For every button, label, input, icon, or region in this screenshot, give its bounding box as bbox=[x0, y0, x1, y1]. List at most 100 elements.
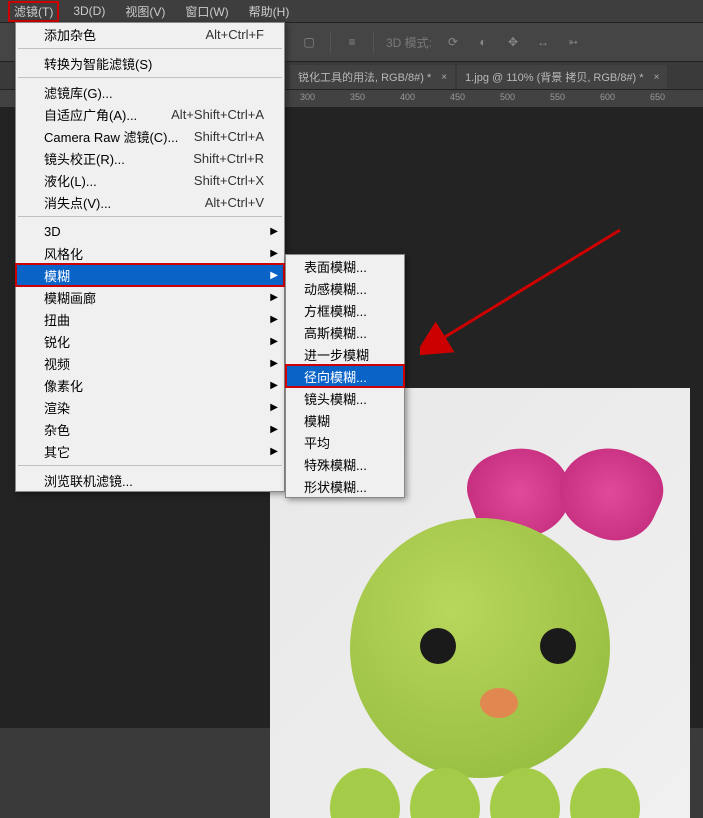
menu-window[interactable]: 窗口(W) bbox=[179, 1, 234, 22]
menu-shortcut: Shift+Ctrl+A bbox=[194, 129, 264, 144]
submenu-item-label: 高斯模糊... bbox=[304, 323, 367, 342]
ruler-tick: 600 bbox=[600, 92, 615, 102]
menu-help[interactable]: 帮助(H) bbox=[243, 1, 296, 22]
menu-item-label: 消失点(V)... bbox=[44, 193, 111, 212]
menu-view[interactable]: 视图(V) bbox=[119, 1, 171, 22]
menu-item-label: 渲染 bbox=[44, 398, 70, 417]
menu-item[interactable]: 像素化▶ bbox=[16, 374, 284, 396]
menu-filter[interactable]: 滤镜(T) bbox=[8, 1, 59, 22]
document-tab[interactable]: 1.jpg @ 110% (背景 拷贝, RGB/8#) * × bbox=[457, 65, 667, 89]
submenu-item[interactable]: 特殊模糊... bbox=[286, 453, 404, 475]
menu-item[interactable]: 锐化 ▶ bbox=[16, 330, 284, 352]
menu-shortcut: Shift+Ctrl+X bbox=[194, 173, 264, 188]
ruler-tick: 300 bbox=[300, 92, 315, 102]
unknown-tool-icon[interactable]: ▢ bbox=[300, 33, 318, 51]
menu-item[interactable]: 3D▶ bbox=[16, 220, 284, 242]
submenu-item[interactable]: 形状模糊... bbox=[286, 475, 404, 497]
zoom-icon[interactable]: ➳ bbox=[564, 33, 582, 51]
menu-item[interactable]: 视频▶ bbox=[16, 352, 284, 374]
submenu-arrow-icon: ▶ bbox=[270, 424, 278, 435]
menu-separator bbox=[18, 216, 282, 217]
submenu-arrow-icon: ▶ bbox=[270, 314, 278, 325]
menu-item[interactable]: 其它 ▶ bbox=[16, 440, 284, 462]
menu-item[interactable]: 浏览联机滤镜... bbox=[16, 469, 284, 491]
menu-item-label: 风格化 bbox=[44, 244, 83, 263]
submenu-arrow-icon: ▶ bbox=[270, 336, 278, 347]
ruler-tick: 500 bbox=[500, 92, 515, 102]
submenu-item[interactable]: 模糊 bbox=[286, 409, 404, 431]
filter-menu-dropdown: 添加杂色Alt+Ctrl+F转换为智能滤镜(S)滤镜库(G)...自适应广角(A… bbox=[15, 22, 285, 492]
submenu-item[interactable]: 径向模糊... bbox=[286, 365, 404, 387]
menu-item[interactable]: 镜头校正(R)... Shift+Ctrl+R bbox=[16, 147, 284, 169]
submenu-arrow-icon: ▶ bbox=[270, 270, 278, 281]
menu-item[interactable]: 转换为智能滤镜(S) bbox=[16, 52, 284, 74]
submenu-item-label: 径向模糊... bbox=[304, 367, 367, 386]
menu-shortcut: Alt+Shift+Ctrl+A bbox=[171, 107, 264, 122]
submenu-item[interactable]: 进一步模糊 bbox=[286, 343, 404, 365]
menu-item[interactable]: 模糊 ▶ bbox=[16, 264, 284, 286]
submenu-item-label: 模糊 bbox=[304, 411, 330, 430]
tab-title: 锐化工具的用法, RGB/8#) * bbox=[298, 69, 431, 85]
menu-item[interactable]: 液化(L)...Shift+Ctrl+X bbox=[16, 169, 284, 191]
menu-shortcut: Alt+Ctrl+F bbox=[205, 27, 264, 42]
menu-item[interactable]: 消失点(V)... Alt+Ctrl+V bbox=[16, 191, 284, 213]
menu-item-label: Camera Raw 滤镜(C)... bbox=[44, 127, 178, 146]
menu-item[interactable]: 风格化 ▶ bbox=[16, 242, 284, 264]
menu-item-label: 滤镜库(G)... bbox=[44, 83, 113, 102]
menu-item-label: 锐化 bbox=[44, 332, 70, 351]
menu-item[interactable]: 渲染 ▶ bbox=[16, 396, 284, 418]
menu-item-label: 扭曲 bbox=[44, 310, 70, 329]
menu-item-label: 镜头校正(R)... bbox=[44, 149, 125, 168]
submenu-item-label: 镜头模糊... bbox=[304, 389, 367, 408]
menu-item-label: 转换为智能滤镜(S) bbox=[44, 54, 152, 73]
menu-separator bbox=[18, 77, 282, 78]
submenu-arrow-icon: ▶ bbox=[270, 248, 278, 259]
document-tab[interactable]: 锐化工具的用法, RGB/8#) * × bbox=[290, 65, 455, 89]
submenu-item-label: 形状模糊... bbox=[304, 477, 367, 496]
menu-item-label: 自适应广角(A)... bbox=[44, 105, 137, 124]
submenu-item[interactable]: 方框模糊... bbox=[286, 299, 404, 321]
menu-item-label: 其它 bbox=[44, 442, 70, 461]
submenu-item-label: 方框模糊... bbox=[304, 301, 367, 320]
menu-shortcut: Alt+Ctrl+V bbox=[205, 195, 264, 210]
menu-item[interactable]: 模糊画廊▶ bbox=[16, 286, 284, 308]
menu-3d[interactable]: 3D(D) bbox=[67, 2, 111, 20]
menu-item-label: 添加杂色 bbox=[44, 25, 96, 44]
submenu-item[interactable]: 高斯模糊... bbox=[286, 321, 404, 343]
orbit-icon[interactable]: ⟳ bbox=[444, 33, 462, 51]
submenu-item[interactable]: 表面模糊... bbox=[286, 255, 404, 277]
close-icon[interactable]: × bbox=[654, 72, 660, 83]
slide-icon[interactable]: ↔ bbox=[534, 33, 552, 51]
blur-submenu-dropdown: 表面模糊...动感模糊... 方框模糊... 高斯模糊... 进一步模糊径向模糊...… bbox=[285, 254, 405, 498]
ruler-tick: 650 bbox=[650, 92, 665, 102]
menu-item-label: 浏览联机滤镜... bbox=[44, 471, 133, 490]
ruler-tick: 450 bbox=[450, 92, 465, 102]
menu-shortcut: Shift+Ctrl+R bbox=[193, 151, 264, 166]
submenu-item[interactable]: 动感模糊... bbox=[286, 277, 404, 299]
menu-item[interactable]: 添加杂色 Alt+Ctrl+F bbox=[16, 23, 284, 45]
menu-item-label: 杂色 bbox=[44, 420, 70, 439]
ruler-tick: 550 bbox=[550, 92, 565, 102]
menu-item[interactable]: Camera Raw 滤镜(C)... Shift+Ctrl+A bbox=[16, 125, 284, 147]
submenu-item-label: 特殊模糊... bbox=[304, 455, 367, 474]
submenu-item-label: 进一步模糊 bbox=[304, 345, 369, 364]
submenu-arrow-icon: ▶ bbox=[270, 358, 278, 369]
submenu-arrow-icon: ▶ bbox=[270, 446, 278, 457]
menu-item[interactable]: 杂色 ▶ bbox=[16, 418, 284, 440]
menu-item[interactable]: 自适应广角(A)... Alt+Shift+Ctrl+A bbox=[16, 103, 284, 125]
close-icon[interactable]: × bbox=[441, 72, 447, 83]
submenu-item[interactable]: 平均 bbox=[286, 431, 404, 453]
menu-separator bbox=[18, 48, 282, 49]
menu-item[interactable]: 滤镜库(G)... bbox=[16, 81, 284, 103]
submenu-item-label: 表面模糊... bbox=[304, 257, 367, 276]
ruler-tick: 350 bbox=[350, 92, 365, 102]
roll-icon[interactable]: ◐ bbox=[474, 33, 492, 51]
menu-item[interactable]: 扭曲 ▶ bbox=[16, 308, 284, 330]
submenu-arrow-icon: ▶ bbox=[270, 292, 278, 303]
menu-item-label: 模糊 bbox=[44, 266, 70, 285]
submenu-item[interactable]: 镜头模糊... bbox=[286, 387, 404, 409]
submenu-arrow-icon: ▶ bbox=[270, 402, 278, 413]
panel-toggle-icon[interactable]: ≡ bbox=[343, 33, 361, 51]
menu-item-label: 3D bbox=[44, 224, 61, 239]
pan-icon[interactable]: ✥ bbox=[504, 33, 522, 51]
